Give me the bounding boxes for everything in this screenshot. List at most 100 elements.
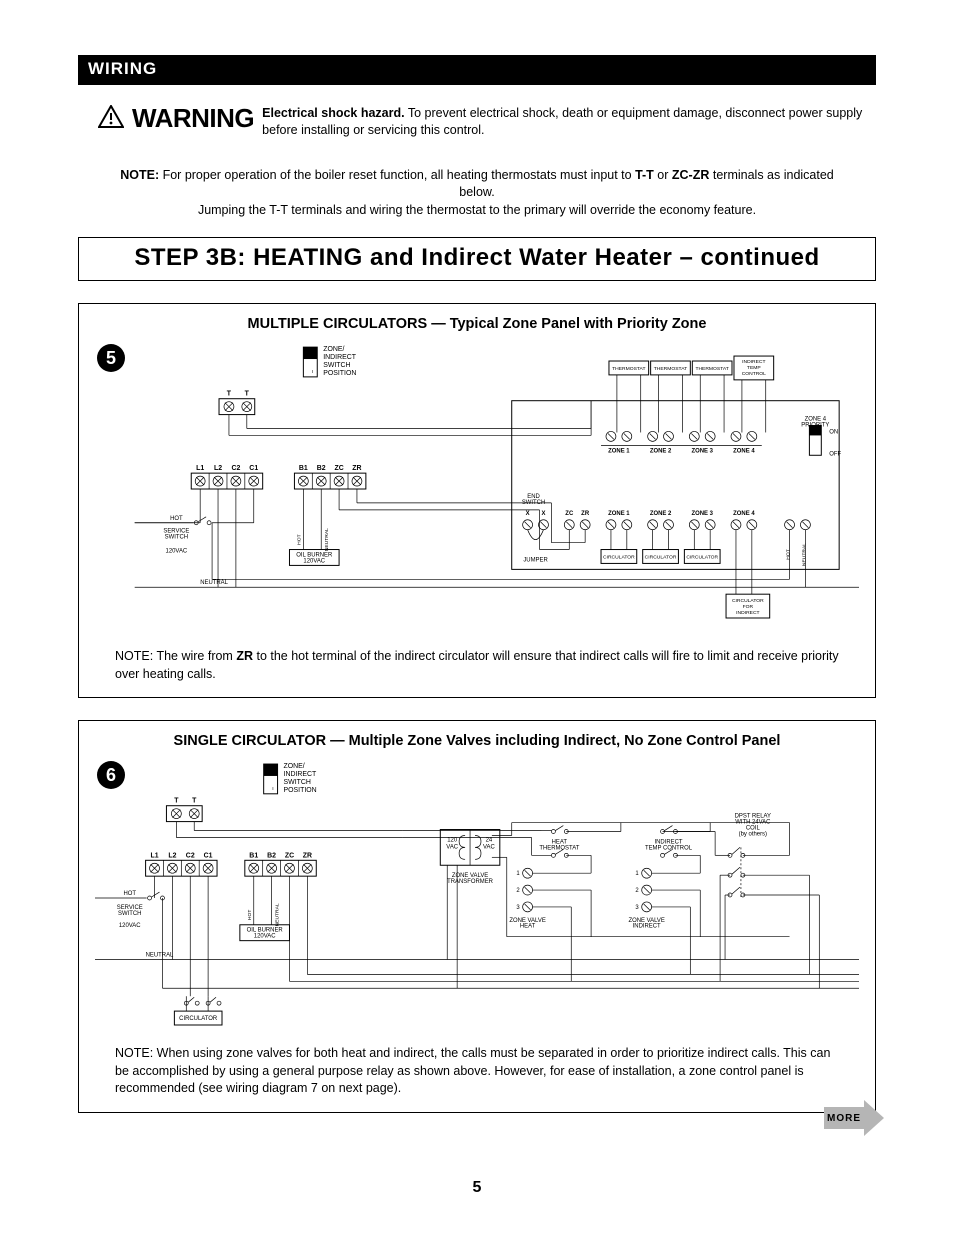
svg-text:NEUTRAL: NEUTRAL bbox=[146, 953, 174, 959]
page-number: 5 bbox=[0, 1179, 954, 1197]
svg-text:Z: Z bbox=[310, 349, 313, 355]
svg-text:ZONE/INDIRECTSWITCHPOSITION: ZONE/INDIRECTSWITCHPOSITION bbox=[323, 346, 357, 377]
svg-text:ZONE 1: ZONE 1 bbox=[608, 511, 630, 517]
more-arrow: MORE bbox=[824, 1100, 884, 1136]
svg-text:VAC: VAC bbox=[446, 845, 458, 851]
svg-text:2: 2 bbox=[635, 888, 638, 894]
svg-text:HOT: HOT bbox=[296, 535, 302, 545]
svg-text:ZONE 4: ZONE 4 bbox=[733, 449, 755, 455]
svg-text:B2: B2 bbox=[267, 853, 276, 860]
svg-text:ZC: ZC bbox=[334, 465, 343, 472]
svg-text:T: T bbox=[174, 798, 179, 805]
svg-text:OFF: OFF bbox=[829, 452, 841, 458]
svg-text:CIRCULATOR: CIRCULATOR bbox=[645, 555, 677, 561]
svg-text:NEUTRAL: NEUTRAL bbox=[324, 528, 330, 551]
svg-text:T: T bbox=[227, 391, 232, 398]
svg-text:OIL BURNER120VAC: OIL BURNER120VAC bbox=[247, 928, 284, 940]
step-title: STEP 3B: HEATING and Indirect Water Heat… bbox=[78, 237, 876, 281]
note-line2: Jumping the T-T terminals and wiring the… bbox=[198, 203, 756, 217]
svg-text:C1: C1 bbox=[249, 465, 258, 472]
note-line1a: For proper operation of the boiler reset… bbox=[163, 168, 635, 182]
svg-text:CIRCULATOR: CIRCULATOR bbox=[179, 1016, 218, 1022]
warning-bold: Electrical shock hazard. bbox=[262, 106, 404, 120]
svg-text:ZONE VALVEHEAT: ZONE VALVEHEAT bbox=[509, 918, 545, 930]
svg-text:HOT: HOT bbox=[247, 910, 253, 920]
svg-text:THERMOSTAT: THERMOSTAT bbox=[612, 366, 645, 372]
svg-text:CIRCULATOR: CIRCULATOR bbox=[603, 555, 635, 561]
svg-text:SERVICESWITCH: SERVICESWITCH bbox=[117, 905, 143, 917]
svg-text:2: 2 bbox=[516, 888, 519, 894]
diagram-5-figure: 5 Z I ZONE/INDIRECTSWITCHPOSITION T T L1… bbox=[95, 340, 859, 640]
diagram-6-svg: Z I ZONE/INDIRECTSWITCHPOSITION T T L1 L… bbox=[95, 757, 859, 1037]
note-zczr: ZC-ZR bbox=[672, 168, 710, 182]
warning-word: WARNING bbox=[132, 103, 254, 131]
svg-text:X: X bbox=[526, 511, 530, 517]
diagram-6-title: SINGLE CIRCULATOR — Multiple Zone Valves… bbox=[95, 731, 859, 757]
svg-text:SERVICESWITCH: SERVICESWITCH bbox=[163, 529, 189, 541]
svg-text:ZONE 2: ZONE 2 bbox=[650, 449, 672, 455]
section-header-wiring: WIRING bbox=[78, 55, 876, 85]
svg-text:ZONE 2: ZONE 2 bbox=[650, 511, 672, 517]
svg-text:3: 3 bbox=[635, 905, 639, 911]
svg-text:T: T bbox=[192, 798, 197, 805]
svg-text:JUMPER: JUMPER bbox=[523, 558, 548, 564]
svg-text:ZONE 1: ZONE 1 bbox=[608, 449, 630, 455]
svg-text:X: X bbox=[541, 511, 545, 517]
svg-text:ZC: ZC bbox=[285, 853, 294, 860]
d5-note-zr: ZR bbox=[236, 649, 253, 663]
svg-text:THERMOSTAT: THERMOSTAT bbox=[654, 366, 687, 372]
svg-text:INDIRECTTEMP CONTROL: INDIRECTTEMP CONTROL bbox=[645, 840, 693, 852]
warning-row: WARNING Electrical shock hazard. To prev… bbox=[78, 103, 876, 139]
svg-text:VAC: VAC bbox=[483, 845, 495, 851]
warning-text: Electrical shock hazard. To prevent elec… bbox=[262, 103, 876, 139]
svg-text:B1: B1 bbox=[299, 465, 308, 472]
svg-text:ZONE/INDIRECTSWITCHPOSITION: ZONE/INDIRECTSWITCHPOSITION bbox=[284, 763, 318, 794]
svg-text:HOT: HOT bbox=[786, 550, 792, 560]
diagram-6-note: NOTE: When using zone valves for both he… bbox=[95, 1037, 859, 1098]
svg-text:ZONE VALVEINDIRECT: ZONE VALVEINDIRECT bbox=[628, 918, 664, 930]
svg-text:C2: C2 bbox=[186, 853, 195, 860]
svg-text:120VAC: 120VAC bbox=[119, 923, 141, 929]
svg-text:L2: L2 bbox=[168, 853, 176, 860]
svg-text:HEATTHERMOSTAT: HEATTHERMOSTAT bbox=[539, 840, 579, 852]
svg-text:HOT: HOT bbox=[123, 891, 136, 897]
diagram-5-panel: MULTIPLE CIRCULATORS — Typical Zone Pane… bbox=[78, 303, 876, 698]
svg-text:1: 1 bbox=[516, 871, 520, 877]
svg-text:ZONE VALVETRANSFORMER: ZONE VALVETRANSFORMER bbox=[447, 873, 494, 885]
svg-text:I: I bbox=[272, 786, 273, 792]
svg-text:C1: C1 bbox=[204, 853, 213, 860]
more-label: MORE bbox=[824, 1107, 864, 1129]
svg-text:C2: C2 bbox=[231, 465, 240, 472]
svg-text:NEUTRAL: NEUTRAL bbox=[200, 581, 228, 587]
svg-text:24: 24 bbox=[486, 838, 493, 844]
svg-text:ENDSWITCH: ENDSWITCH bbox=[522, 494, 545, 506]
svg-text:ZR: ZR bbox=[352, 465, 361, 472]
svg-text:I: I bbox=[312, 369, 313, 375]
svg-text:INDIRECTTEMPCONTROL: INDIRECTTEMPCONTROL bbox=[742, 359, 766, 377]
svg-text:CIRCULATORFORINDIRECT: CIRCULATORFORINDIRECT bbox=[732, 598, 764, 616]
diagram-6-panel: SINGLE CIRCULATOR — Multiple Zone Valves… bbox=[78, 720, 876, 1113]
svg-text:ZONE 4PRIORITY: ZONE 4PRIORITY bbox=[801, 417, 829, 429]
top-note: NOTE: For proper operation of the boiler… bbox=[78, 167, 876, 220]
svg-text:ZC: ZC bbox=[565, 511, 574, 517]
svg-text:NEUTRAL: NEUTRAL bbox=[801, 543, 807, 566]
diagram-6-figure: 6 Z I ZONE/INDIRECTSWITCHPOSITION T T L1… bbox=[95, 757, 859, 1037]
diagram-5-title: MULTIPLE CIRCULATORS — Typical Zone Pane… bbox=[95, 314, 859, 340]
d5-note-prefix: NOTE: The wire from bbox=[115, 649, 236, 663]
svg-text:ZR: ZR bbox=[581, 511, 590, 517]
arrow-right-icon bbox=[864, 1100, 884, 1136]
svg-text:Z: Z bbox=[271, 766, 274, 772]
svg-text:NEUTRAL: NEUTRAL bbox=[275, 903, 281, 926]
note-prefix: NOTE: bbox=[120, 168, 162, 182]
svg-text:1: 1 bbox=[635, 871, 639, 877]
warning-triangle-icon bbox=[98, 105, 124, 129]
svg-text:ZONE 3: ZONE 3 bbox=[692, 449, 714, 455]
svg-text:ZR: ZR bbox=[303, 853, 312, 860]
svg-text:120VAC: 120VAC bbox=[166, 549, 188, 555]
svg-text:B2: B2 bbox=[317, 465, 326, 472]
svg-text:ON: ON bbox=[829, 430, 838, 436]
svg-text:B1: B1 bbox=[249, 853, 258, 860]
svg-text:THERMOSTAT: THERMOSTAT bbox=[695, 366, 728, 372]
diagram-5-svg: Z I ZONE/INDIRECTSWITCHPOSITION T T L1 L… bbox=[95, 340, 859, 640]
note-tt: T-T bbox=[635, 168, 654, 182]
